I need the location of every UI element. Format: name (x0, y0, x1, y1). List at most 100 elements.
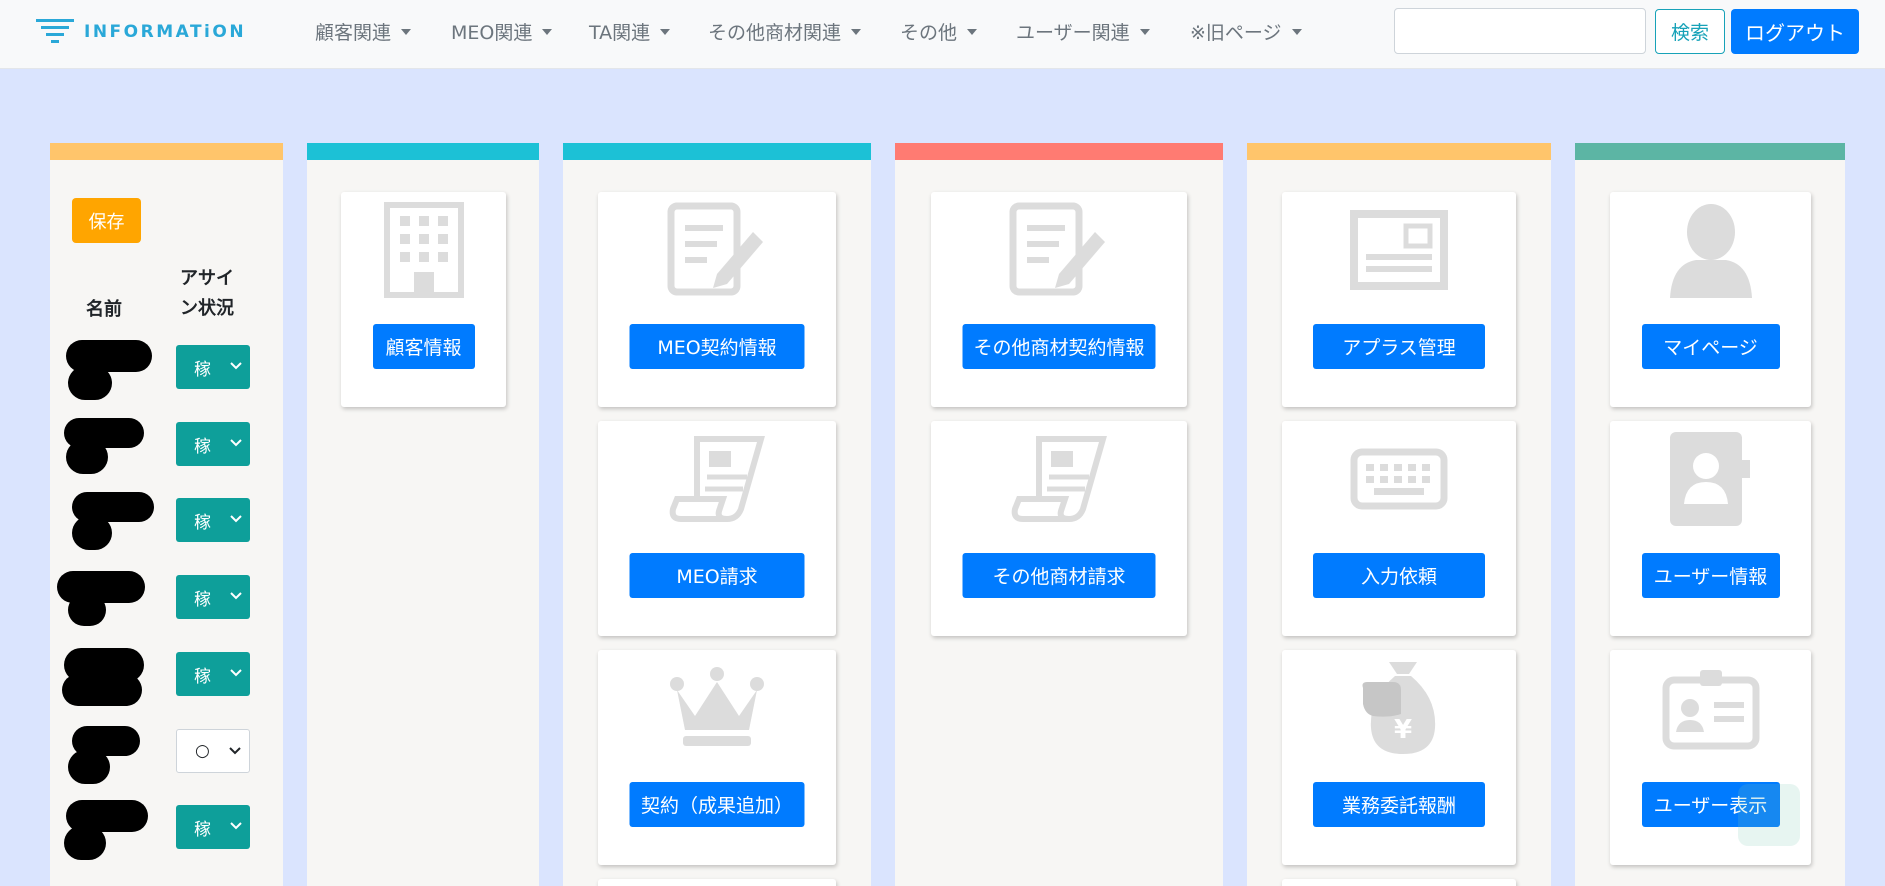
column-header-name: 名前 (86, 299, 122, 320)
search-button[interactable]: 検索 (1655, 9, 1725, 54)
contract-edit-icon (667, 200, 767, 300)
assign-status-select[interactable]: 稼 (176, 575, 250, 619)
menu-meo[interactable]: MEO関連 (451, 0, 553, 63)
menu-card: MEO請求 (598, 421, 836, 636)
menu-card: 顧客情報 (341, 192, 506, 407)
logo-filter-icon (36, 19, 74, 43)
id-card-icon (1661, 658, 1761, 758)
address-book-icon (1661, 429, 1761, 529)
input-request-button[interactable]: 入力依頼 (1313, 553, 1485, 598)
chevron-down-icon (230, 515, 242, 523)
top-navbar: INFORMATiON 顧客関連 MEO関連 TA関連 その他商材関連 その他 … (0, 0, 1885, 69)
menu-other-products[interactable]: その他商材関連 (708, 0, 862, 63)
newspaper-icon (1349, 200, 1449, 300)
menu-card: 入力依頼 (1282, 421, 1516, 636)
aplus-management-button[interactable]: アプラス管理 (1313, 324, 1485, 369)
other-contract-info-button[interactable]: その他商材契約情報 (962, 324, 1156, 369)
contract-add-result-button[interactable]: 契約（成果追加） (629, 782, 805, 827)
other-billing-button[interactable]: その他商材請求 (962, 553, 1156, 598)
menu-card: アプラス管理 (1282, 192, 1516, 407)
column-other: アプラス管理 入力依頼 ¥ 業務委託報酬 (1247, 143, 1551, 886)
menu-card-partial (1282, 879, 1516, 886)
my-page-button[interactable]: マイページ (1641, 324, 1780, 369)
menu-old-pages[interactable]: ※旧ページ (1190, 0, 1302, 63)
caret-down-icon (967, 28, 978, 35)
floating-widget-icon[interactable] (1738, 784, 1800, 846)
menu-label: ※旧ページ (1190, 22, 1282, 44)
menu-other[interactable]: その他 (900, 0, 978, 63)
column-color-bar (1575, 143, 1845, 160)
caret-down-icon (1291, 28, 1302, 35)
chevron-down-icon (230, 592, 242, 600)
menu-card: ¥ 業務委託報酬 (1282, 650, 1516, 865)
building-icon (374, 200, 474, 300)
customer-info-button[interactable]: 顧客情報 (372, 324, 475, 369)
chevron-down-icon (230, 362, 242, 370)
column-color-bar (50, 143, 283, 160)
menu-card: その他商材請求 (931, 421, 1187, 636)
keyboard-icon (1349, 429, 1449, 529)
menu-customer[interactable]: 顧客関連 (315, 0, 412, 63)
user-silhouette-icon (1661, 200, 1761, 300)
meo-contract-info-button[interactable]: MEO契約情報 (629, 324, 805, 369)
assign-status-select[interactable]: ○ (176, 729, 250, 773)
menu-card: その他商材契約情報 (931, 192, 1187, 407)
assign-status-select[interactable]: 稼 (176, 422, 250, 466)
search-input[interactable] (1394, 8, 1646, 54)
menu-card-partial (598, 879, 836, 886)
select-value: 稼 (194, 359, 211, 380)
column-color-bar (895, 143, 1223, 160)
money-bag-yen-icon: ¥ (1349, 658, 1449, 758)
assign-status-select[interactable]: 稼 (176, 652, 250, 696)
chevron-down-icon (229, 747, 241, 755)
menu-ta[interactable]: TA関連 (589, 0, 671, 63)
chevron-down-icon (230, 822, 242, 830)
assign-status-select[interactable]: 稼 (176, 498, 250, 542)
caret-down-icon (542, 28, 553, 35)
select-value: 稼 (194, 666, 211, 687)
caret-down-icon (1139, 28, 1150, 35)
brand-logo[interactable]: INFORMATiON (36, 16, 246, 48)
select-value: 稼 (194, 589, 211, 610)
menu-card: MEO契約情報 (598, 192, 836, 407)
menu-card: 契約（成果追加） (598, 650, 836, 865)
menu-card: マイページ (1610, 192, 1811, 407)
logo-text: INFORMATiON (84, 22, 247, 42)
menu-label: MEO関連 (451, 22, 533, 44)
menu-label: ユーザー関連 (1016, 22, 1130, 44)
caret-down-icon (851, 28, 862, 35)
column-other-products: その他商材契約情報 その他商材請求 (895, 143, 1223, 886)
user-info-button[interactable]: ユーザー情報 (1641, 553, 1780, 598)
contract-edit-icon (1009, 200, 1109, 300)
outsourcing-fee-button[interactable]: 業務委託報酬 (1313, 782, 1485, 827)
column-color-bar (1247, 143, 1551, 160)
column-customer: 顧客情報 (307, 143, 539, 886)
column-meo: MEO契約情報 MEO請求 契約（成果追加） (563, 143, 871, 886)
assign-status-select[interactable]: 稼 (176, 345, 250, 389)
select-value: 稼 (194, 819, 211, 840)
menu-user[interactable]: ユーザー関連 (1016, 0, 1150, 63)
chevron-down-icon (230, 439, 242, 447)
select-value: ○ (195, 741, 210, 761)
select-value: 稼 (194, 512, 211, 533)
meo-billing-button[interactable]: MEO請求 (629, 553, 805, 598)
caret-down-icon (660, 28, 671, 35)
select-value: 稼 (194, 436, 211, 457)
logout-button[interactable]: ログアウト (1731, 9, 1859, 54)
column-color-bar (307, 143, 539, 160)
column-color-bar (563, 143, 871, 160)
save-button[interactable]: 保存 (72, 198, 141, 243)
column-user: マイページ ユーザー情報 ユーザー表示 (1575, 143, 1845, 886)
invoice-scroll-icon (667, 429, 767, 529)
svg-text:¥: ¥ (1394, 715, 1412, 745)
assign-status-select[interactable]: 稼 (176, 805, 250, 849)
column-header-assign: アサイン状況 (180, 268, 234, 319)
menu-label: その他 (900, 22, 958, 44)
menu-label: 顧客関連 (315, 22, 392, 44)
crown-icon (667, 658, 767, 758)
caret-down-icon (401, 28, 412, 35)
chevron-down-icon (230, 669, 242, 677)
menu-card: ユーザー情報 (1610, 421, 1811, 636)
menu-label: その他商材関連 (708, 22, 842, 44)
menu-label: TA関連 (589, 22, 651, 44)
